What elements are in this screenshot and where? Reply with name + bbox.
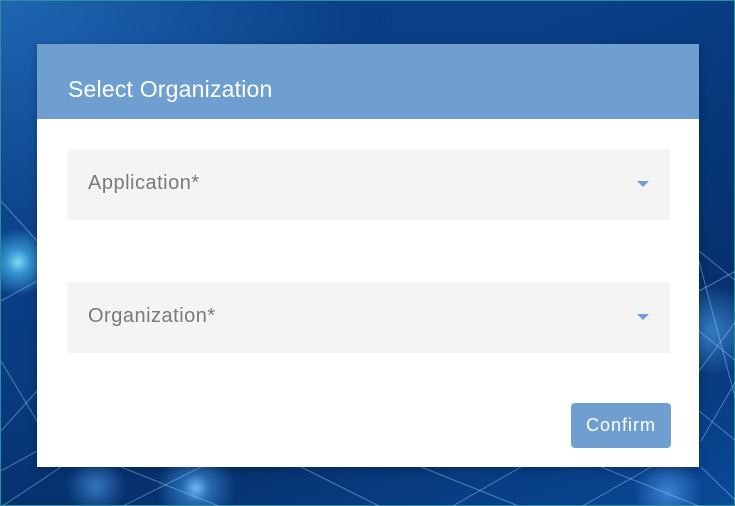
organization-select[interactable]: Organization*: [67, 282, 670, 353]
organization-select-label: Organization*: [88, 305, 216, 327]
chevron-down-icon: [637, 314, 649, 320]
chevron-down-icon: [637, 181, 649, 187]
confirm-button[interactable]: Confirm: [571, 403, 671, 448]
select-organization-dialog: Select Organization Application* Organiz…: [37, 44, 699, 467]
page-background: { "dialog": { "title": "Select Organizat…: [0, 0, 735, 506]
dialog-header: Select Organization: [37, 44, 699, 119]
dialog-title: Select Organization: [68, 76, 273, 102]
application-select-label: Application*: [88, 172, 200, 194]
application-select[interactable]: Application*: [67, 149, 670, 220]
